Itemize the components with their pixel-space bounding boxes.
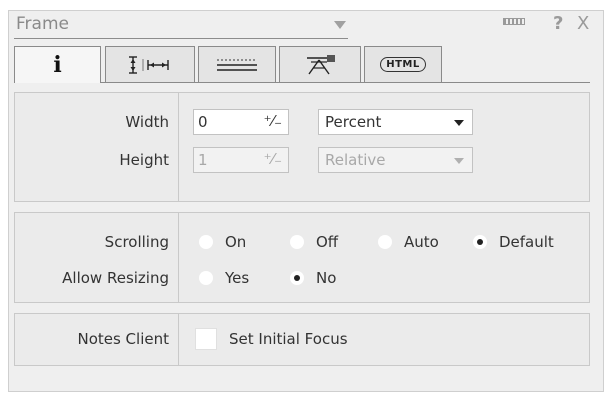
width-label: Width xyxy=(125,113,169,131)
height-unit-select[interactable]: Relative xyxy=(318,147,473,173)
element-type-dropdown[interactable]: Frame xyxy=(14,12,348,39)
resizing-yes-radio[interactable]: Yes xyxy=(199,269,249,287)
width-unit-value: Percent xyxy=(325,113,382,131)
section-divider xyxy=(178,93,179,201)
radio-label: No xyxy=(316,269,337,287)
tab-paragraph[interactable] xyxy=(279,46,361,82)
width-input[interactable]: 0 ⁺⁄₋ xyxy=(193,109,289,135)
element-type-value: Frame xyxy=(16,14,69,34)
section-divider xyxy=(178,314,179,365)
tab-bar: i HTML xyxy=(14,46,590,83)
chevron-down-icon xyxy=(454,158,464,164)
size-section: Width Height 0 ⁺⁄₋ 1 ⁺⁄₋ Percent Relativ… xyxy=(14,92,590,202)
notes-client-label: Notes Client xyxy=(77,330,169,348)
radio-icon xyxy=(290,235,304,249)
dropdown-arrow-icon xyxy=(334,21,346,29)
height-label: Height xyxy=(119,151,169,169)
stepper-icon[interactable]: ⁺⁄₋ xyxy=(264,112,282,130)
tab-html[interactable]: HTML xyxy=(364,46,442,82)
dash-icon[interactable] xyxy=(503,18,525,25)
borders-icon xyxy=(217,59,257,71)
radio-label: Off xyxy=(316,233,339,251)
width-unit-select[interactable]: Percent xyxy=(318,109,473,135)
scrolling-default-radio[interactable]: Default xyxy=(473,233,554,251)
stepper-icon[interactable]: ⁺⁄₋ xyxy=(264,150,282,168)
radio-label: Yes xyxy=(225,269,250,287)
chevron-down-icon xyxy=(454,120,464,126)
behavior-section: Scrolling Allow Resizing On Off Auto Def… xyxy=(14,212,590,303)
scrolling-on-radio[interactable]: On xyxy=(199,233,246,251)
radio-label: Default xyxy=(499,233,554,251)
scrolling-auto-radio[interactable]: Auto xyxy=(378,233,439,251)
height-value: 1 xyxy=(198,151,208,169)
scrolling-label: Scrolling xyxy=(104,233,169,251)
tab-info[interactable]: i xyxy=(14,46,101,83)
notes-client-section: Notes Client Set Initial Focus xyxy=(14,313,590,366)
help-icon[interactable]: ? xyxy=(553,14,563,34)
radio-label: Auto xyxy=(404,233,439,251)
scrolling-off-radio[interactable]: Off xyxy=(290,233,338,251)
radio-selected-icon xyxy=(290,271,304,285)
info-icon: i xyxy=(53,52,62,78)
tab-borders[interactable] xyxy=(198,46,276,82)
dimensions-icon xyxy=(129,55,169,74)
radio-label: On xyxy=(225,233,247,251)
height-unit-value: Relative xyxy=(325,151,386,169)
radio-icon xyxy=(378,235,392,249)
radio-icon xyxy=(199,235,213,249)
radio-icon xyxy=(199,271,213,285)
tab-dimensions[interactable] xyxy=(105,46,195,82)
allow-resizing-label: Allow Resizing xyxy=(62,269,169,287)
close-icon[interactable]: X xyxy=(577,14,589,34)
checkbox-label: Set Initial Focus xyxy=(229,330,348,348)
resizing-no-radio[interactable]: No xyxy=(290,269,336,287)
html-icon: HTML xyxy=(380,57,426,72)
set-initial-focus-checkbox[interactable]: Set Initial Focus xyxy=(195,328,348,350)
radio-selected-icon xyxy=(473,235,487,249)
section-divider xyxy=(178,213,179,302)
checkbox-icon xyxy=(195,328,217,350)
height-input[interactable]: 1 ⁺⁄₋ xyxy=(193,147,289,173)
paragraph-icon xyxy=(307,54,335,74)
width-value: 0 xyxy=(198,113,208,131)
